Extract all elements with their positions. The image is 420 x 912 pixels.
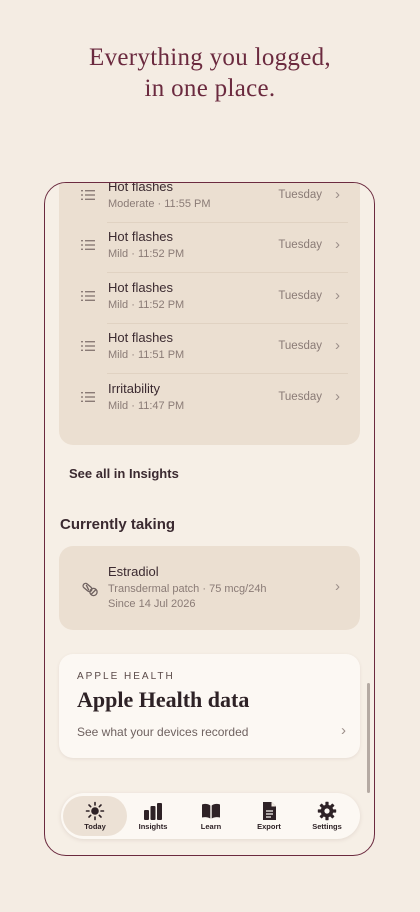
bar-chart-icon	[144, 803, 162, 820]
log-day: Tuesday	[278, 189, 322, 201]
log-day: Tuesday	[278, 391, 322, 403]
marketing-headline: Everything you logged, in one place.	[0, 42, 420, 104]
tab-export[interactable]: Export	[239, 793, 299, 839]
log-detail: Mild · 11:51 PM	[108, 349, 185, 361]
tab-today[interactable]: Today	[63, 793, 127, 839]
tab-settings[interactable]: Settings	[297, 793, 357, 839]
tab-bar: Today Insights Learn Export Settings	[61, 793, 360, 839]
medication-name: Estradiol	[108, 564, 159, 579]
tab-label: Export	[257, 822, 281, 831]
chevron-right-icon: ›	[335, 578, 340, 595]
list-icon	[81, 392, 95, 402]
tab-label: Settings	[312, 822, 342, 831]
see-all-insights-link[interactable]: See all in Insights	[69, 466, 179, 481]
tab-label: Insights	[138, 822, 168, 831]
log-title: Irritability	[108, 381, 161, 396]
tab-label: Learn	[200, 822, 222, 831]
log-row[interactable]: Hot flashes Mild · 11:52 PM Tuesday ›	[59, 223, 360, 273]
log-row[interactable]: Hot flashes Mild · 11:51 PM Tuesday ›	[59, 324, 360, 374]
chevron-right-icon: ›	[335, 388, 340, 405]
phone-frame: Hot flashes Moderate · 11:55 PM Tuesday …	[44, 182, 375, 856]
chevron-right-icon: ›	[335, 287, 340, 304]
list-icon	[81, 341, 95, 351]
recent-logs-card: Hot flashes Moderate · 11:55 PM Tuesday …	[59, 182, 360, 445]
app-screen: Hot flashes Moderate · 11:55 PM Tuesday …	[45, 183, 374, 855]
currently-taking-heading: Currently taking	[60, 516, 176, 533]
medication-dose: Transdermal patch · 75 mcg/24h	[108, 583, 267, 595]
list-icon	[81, 240, 95, 250]
log-row[interactable]: Hot flashes Moderate · 11:55 PM Tuesday …	[59, 182, 360, 223]
book-icon	[202, 803, 220, 819]
log-row[interactable]: Irritability Mild · 11:47 PM Tuesday ›	[59, 375, 360, 425]
chevron-right-icon: ›	[335, 337, 340, 354]
log-detail: Moderate · 11:55 PM	[108, 198, 211, 210]
log-detail: Mild · 11:52 PM	[108, 299, 185, 311]
apple-health-title: Apple Health data	[77, 687, 250, 712]
pill-icon	[82, 582, 98, 597]
gear-icon	[317, 801, 337, 821]
chevron-right-icon: ›	[335, 236, 340, 253]
chevron-right-icon: ›	[335, 186, 340, 203]
log-title: Hot flashes	[108, 280, 174, 295]
log-title: Hot flashes	[108, 182, 174, 194]
list-icon	[81, 190, 95, 200]
apple-health-eyebrow: APPLE HEALTH	[77, 671, 175, 682]
log-day: Tuesday	[278, 290, 322, 302]
tab-learn[interactable]: Learn	[181, 793, 241, 839]
medication-card[interactable]: Estradiol Transdermal patch · 75 mcg/24h…	[59, 546, 360, 630]
log-title: Hot flashes	[108, 330, 174, 345]
log-day: Tuesday	[278, 239, 322, 251]
tab-label: Today	[84, 822, 106, 831]
apple-health-card[interactable]: APPLE HEALTH Apple Health data See what …	[59, 654, 360, 758]
log-day: Tuesday	[278, 340, 322, 352]
log-title: Hot flashes	[108, 229, 174, 244]
medication-since: Since 14 Jul 2026	[108, 598, 196, 610]
log-row[interactable]: Hot flashes Mild · 11:52 PM Tuesday ›	[59, 274, 360, 324]
chevron-right-icon: ›	[341, 722, 346, 739]
log-detail: Mild · 11:47 PM	[108, 400, 185, 412]
list-icon	[81, 291, 95, 301]
sun-icon	[85, 801, 105, 821]
apple-health-subtitle: See what your devices recorded	[77, 725, 249, 739]
scrollbar[interactable]	[367, 683, 370, 793]
divider	[107, 373, 348, 374]
divider	[107, 272, 348, 273]
log-detail: Mild · 11:52 PM	[108, 248, 185, 260]
headline-line-1: Everything you logged,	[89, 44, 331, 71]
document-icon	[263, 802, 276, 820]
tab-insights[interactable]: Insights	[123, 793, 183, 839]
headline-line-2: in one place.	[144, 75, 276, 102]
